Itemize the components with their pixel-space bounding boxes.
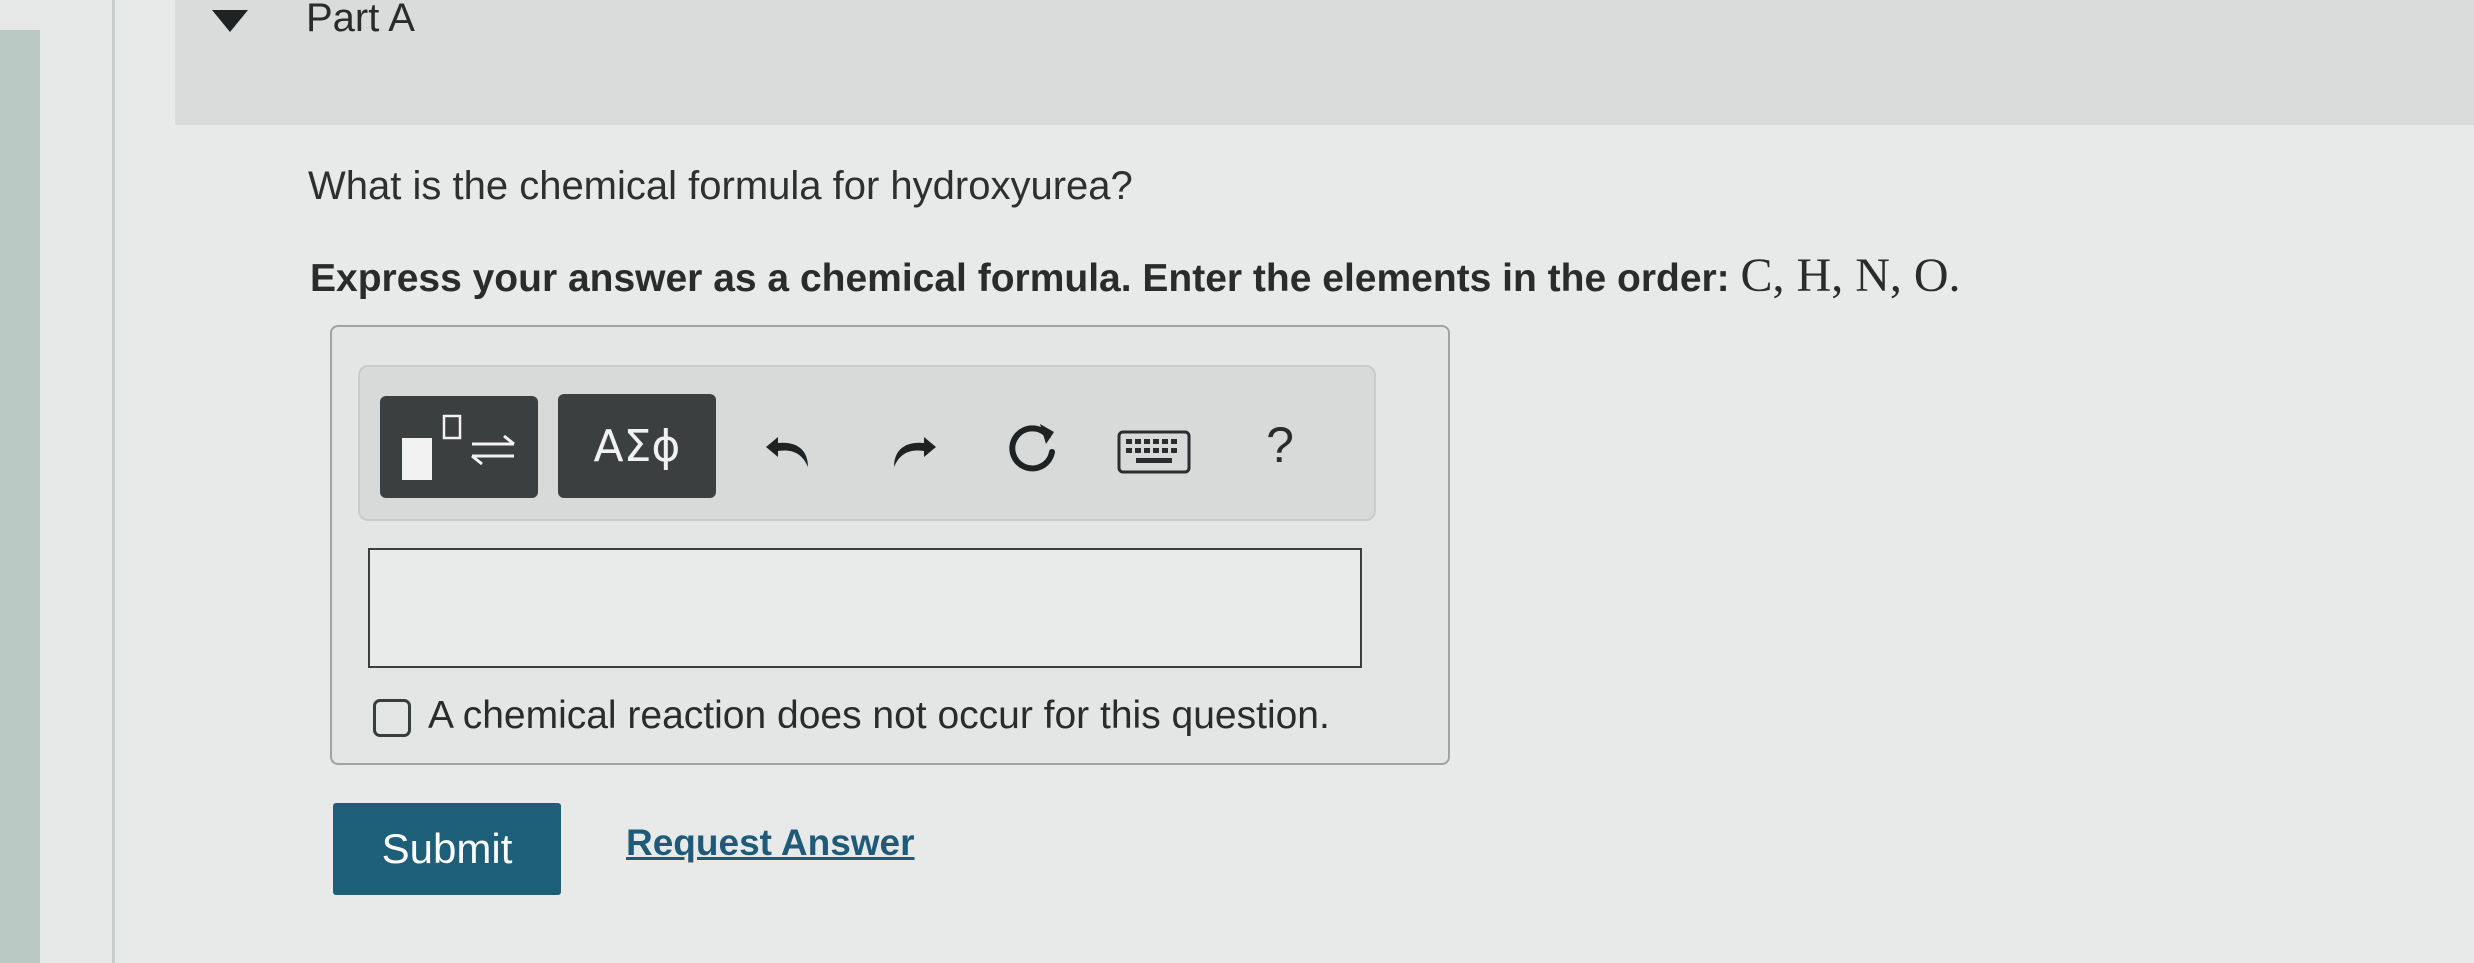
part-title: Part A — [306, 0, 415, 40]
left-rail — [0, 30, 40, 963]
help-button[interactable]: ? — [1250, 410, 1310, 480]
request-answer-link[interactable]: Request Answer — [626, 822, 915, 864]
question-text: What is the chemical formula for hydroxy… — [308, 164, 1133, 208]
answer-instruction: Express your answer as a chemical formul… — [310, 248, 1961, 303]
answer-input[interactable] — [368, 548, 1362, 668]
reset-icon[interactable] — [996, 412, 1068, 484]
keyboard-icon[interactable] — [1116, 424, 1192, 480]
part-header[interactable] — [175, 0, 2474, 125]
submit-button[interactable]: Submit — [333, 803, 561, 895]
templates-button[interactable] — [380, 396, 538, 498]
greek-symbols-button[interactable]: ΑΣϕ — [558, 394, 716, 498]
undo-icon[interactable] — [758, 415, 822, 479]
template-icon — [402, 414, 515, 480]
redo-icon[interactable] — [880, 415, 944, 479]
no-reaction-checkbox[interactable] — [373, 699, 411, 737]
collapse-caret-icon[interactable] — [212, 10, 248, 32]
instruction-text: Express your answer as a chemical formul… — [310, 257, 1741, 300]
no-reaction-label[interactable]: A chemical reaction does not occur for t… — [428, 694, 1330, 738]
element-order: C, H, N, O. — [1740, 249, 1961, 302]
